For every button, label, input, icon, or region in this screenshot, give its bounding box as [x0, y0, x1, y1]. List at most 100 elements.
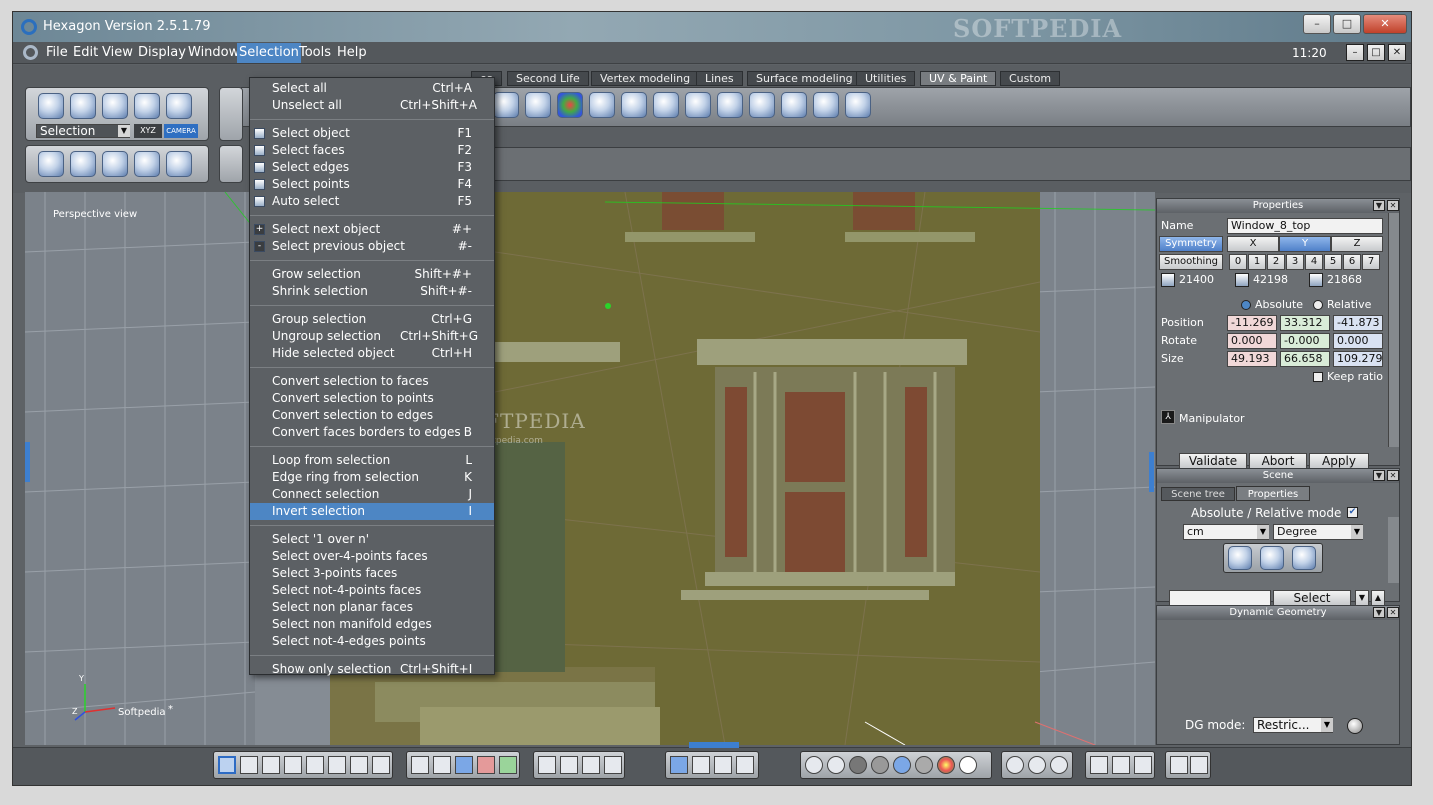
grid-blue-icon[interactable]: [455, 756, 473, 774]
layout-vertical-icon[interactable]: [372, 756, 390, 774]
menu-edit[interactable]: Edit: [73, 45, 98, 60]
menu-tools[interactable]: Tools: [299, 45, 331, 60]
name-field[interactable]: Window_8_top: [1227, 218, 1383, 234]
menu-item-auto-select[interactable]: Auto select F5: [250, 193, 494, 210]
menu-window[interactable]: Window: [188, 45, 239, 60]
grid-green-icon[interactable]: [499, 756, 517, 774]
close-button[interactable]: ✕: [1363, 14, 1407, 34]
scene-smooth-icon[interactable]: [1260, 546, 1284, 570]
dg-collapse-icon[interactable]: ▼: [1373, 607, 1385, 618]
absolute-radio[interactable]: [1241, 300, 1251, 310]
smooth-wire-sphere-icon[interactable]: [915, 756, 933, 774]
smoothing-5[interactable]: 5: [1324, 254, 1342, 270]
render-2-icon[interactable]: [1112, 756, 1130, 774]
menu-item-select-3-points-faces[interactable]: Select 3-points faces: [250, 565, 494, 582]
smoothing-1[interactable]: 1: [1248, 254, 1266, 270]
menu-item-convert-faces-borders-to-edges[interactable]: Convert faces borders to edges B: [250, 424, 494, 441]
menu-item-loop-from-selection[interactable]: Loop from selection L: [250, 452, 494, 469]
menu-item-select-non-manifold-edges[interactable]: Select non manifold edges: [250, 616, 494, 633]
symmetry-z-button[interactable]: Z: [1331, 236, 1383, 252]
light-icon[interactable]: [1170, 756, 1188, 774]
scene-up-button[interactable]: ▲: [1371, 590, 1385, 606]
paint-brush-icon[interactable]: [781, 92, 807, 118]
menu-item-select-over-4-points-faces[interactable]: Select over-4-points faces: [250, 548, 494, 565]
tab-scene-tree[interactable]: Scene tree: [1161, 487, 1235, 501]
menu-file[interactable]: File: [46, 45, 68, 60]
keep-ratio-checkbox[interactable]: [1313, 372, 1323, 382]
menu-item-select-not-4-points-faces[interactable]: Select not-4-points faces: [250, 582, 494, 599]
menu-item-ungroup-selection[interactable]: Ungroup selection Ctrl+Shift+G: [250, 328, 494, 345]
layout-three-top-icon[interactable]: [262, 756, 280, 774]
uv-unfold-icon[interactable]: [621, 92, 647, 118]
title-bar[interactable]: Hexagon Version 2.5.1.79 SOFTPEDIA – □ ✕: [13, 12, 1411, 43]
menu-item-connect-selection[interactable]: Connect selection J: [250, 486, 494, 503]
white-sphere-icon[interactable]: [959, 756, 977, 774]
scene-shaded-icon[interactable]: [1228, 546, 1252, 570]
position-x[interactable]: -11.269: [1227, 315, 1277, 331]
layout-three-bottom-icon[interactable]: [284, 756, 302, 774]
menu-item-convert-selection-to-faces[interactable]: Convert selection to faces: [250, 373, 494, 390]
smooth-sphere-icon[interactable]: [893, 756, 911, 774]
tab-utilities[interactable]: Utilities: [856, 71, 916, 86]
bottom-splitter-handle[interactable]: [689, 742, 739, 748]
rotate-icon[interactable]: [714, 756, 732, 774]
abort-button[interactable]: Abort: [1249, 453, 1307, 469]
layout-single-icon[interactable]: [218, 756, 236, 774]
smoothing-6[interactable]: 6: [1343, 254, 1361, 270]
menu-item-hide-selected-object[interactable]: Hide selected object Ctrl+H: [250, 345, 494, 362]
uv-cube-icon[interactable]: [493, 92, 519, 118]
menu-item-select-previous-object[interactable]: - Select previous object #-: [250, 238, 494, 255]
hidden-line-sphere-icon[interactable]: [827, 756, 845, 774]
uv-head-icon[interactable]: [589, 92, 615, 118]
grid-mode-icon[interactable]: [102, 151, 128, 177]
scale-icon[interactable]: [736, 756, 754, 774]
tab-lines[interactable]: Lines: [696, 71, 743, 86]
wire-sphere-icon[interactable]: [134, 151, 160, 177]
scene-scrollbar[interactable]: [1388, 517, 1399, 583]
xyz-button[interactable]: XYZ: [134, 124, 162, 138]
left-splitter-handle[interactable]: [25, 442, 30, 482]
universal-manipulator-icon[interactable]: [670, 756, 688, 774]
material-1-icon[interactable]: [1006, 756, 1024, 774]
uv-sphere-icon[interactable]: [557, 92, 583, 118]
close-panel-icon[interactable]: ✕: [1387, 200, 1399, 211]
uv-box-icon[interactable]: [525, 92, 551, 118]
unit-chevron-icon[interactable]: ▼: [1257, 525, 1269, 539]
sphere-select-icon[interactable]: [134, 93, 160, 119]
menu-item-select-next-object[interactable]: + Select next object #+: [250, 221, 494, 238]
smoothing-2[interactable]: 2: [1267, 254, 1285, 270]
eye-icon[interactable]: [604, 756, 622, 774]
menu-item-shrink-selection[interactable]: Shrink selection Shift+#-: [250, 283, 494, 300]
apply-button[interactable]: Apply: [1309, 453, 1369, 469]
menu-display[interactable]: Display: [138, 45, 186, 60]
flat-sphere-icon[interactable]: [849, 756, 867, 774]
size-x[interactable]: 49.193: [1227, 351, 1277, 367]
menu-item-select-not-4-edges-points[interactable]: Select not-4-edges points: [250, 633, 494, 650]
smoothing-button[interactable]: Smoothing: [1159, 254, 1223, 270]
validate-button[interactable]: Validate: [1179, 453, 1247, 469]
paint-blend-icon[interactable]: [813, 92, 839, 118]
scene-down-button[interactable]: ▼: [1355, 590, 1369, 606]
position-z[interactable]: -41.873: [1333, 315, 1383, 331]
frame-icon[interactable]: [538, 756, 556, 774]
abs-rel-mode-checkbox[interactable]: ✔: [1347, 507, 1358, 518]
collapse-icon[interactable]: ▼: [1373, 200, 1385, 211]
tab-vertex-modeling[interactable]: Vertex modeling: [591, 71, 700, 86]
scene-grid-icon[interactable]: [1292, 546, 1316, 570]
shaded-mode-icon[interactable]: [38, 151, 64, 177]
menu-item-convert-selection-to-points[interactable]: Convert selection to points: [250, 390, 494, 407]
angle-chevron-icon[interactable]: ▼: [1351, 525, 1363, 539]
tab-custom[interactable]: Custom: [1000, 71, 1061, 86]
perspective-viewport[interactable]: Perspective view SOFTPEDIA www.softpedia…: [25, 192, 1155, 745]
select-arrow-icon[interactable]: [38, 93, 64, 119]
tab-surface-modeling[interactable]: Surface modeling: [747, 71, 862, 86]
menu-item-select-1-over-n[interactable]: Select '1 over n': [250, 531, 494, 548]
mdi-minimize-button[interactable]: –: [1346, 44, 1364, 61]
uv-wrap-icon[interactable]: [749, 92, 775, 118]
smoothing-7[interactable]: 7: [1362, 254, 1380, 270]
layout-three-left-icon[interactable]: [306, 756, 324, 774]
scene-select-button[interactable]: Select: [1273, 590, 1351, 606]
render-1-icon[interactable]: [1090, 756, 1108, 774]
grid-red-icon[interactable]: [477, 756, 495, 774]
menu-help[interactable]: Help: [337, 45, 367, 60]
